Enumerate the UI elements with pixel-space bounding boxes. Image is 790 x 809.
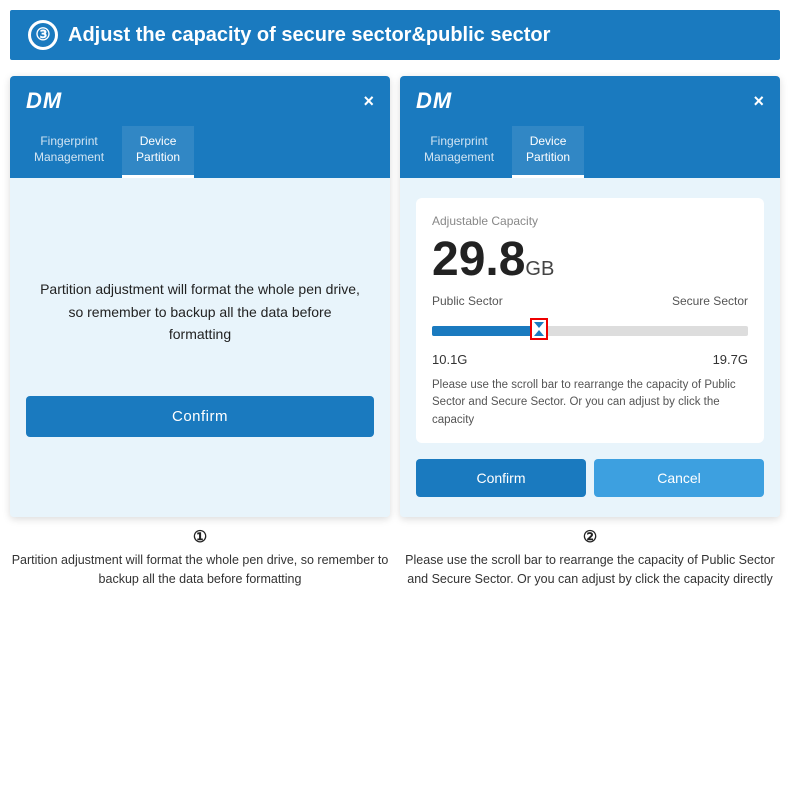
right-confirm-button[interactable]: Confirm	[416, 459, 586, 497]
slider-arrow-down-icon	[534, 322, 544, 328]
right-dialog-body: Adjustable Capacity 29.8GB Public Sector…	[400, 178, 780, 517]
capacity-unit: GB	[525, 258, 554, 280]
step-2-num: ②	[400, 527, 780, 547]
right-dialog-buttons: Confirm Cancel	[416, 459, 764, 497]
main-area: DM × FingerprintManagement DevicePartiti…	[0, 60, 790, 527]
left-tabs: FingerprintManagement DevicePartition	[10, 126, 390, 178]
step-2-col: ② Please use the scroll bar to rearrange…	[400, 527, 780, 589]
left-confirm-button[interactable]: Confirm	[26, 396, 374, 437]
steps-row: ① Partition adjustment will format the w…	[0, 527, 790, 589]
left-close-button[interactable]: ×	[363, 92, 374, 110]
left-tab-partition[interactable]: DevicePartition	[122, 126, 194, 178]
slider-arrow-up-icon	[534, 330, 544, 336]
step-circle: ③	[28, 20, 58, 50]
right-dialog: DM × FingerprintManagement DevicePartiti…	[400, 76, 780, 517]
sector-values: 10.1G 19.7G	[432, 352, 748, 367]
capacity-card: Adjustable Capacity 29.8GB Public Sector…	[416, 198, 764, 443]
slider-fill	[432, 326, 539, 336]
right-tab-fingerprint[interactable]: FingerprintManagement	[410, 126, 508, 178]
capacity-value: 29.8GB	[432, 236, 748, 284]
capacity-number: 29.8	[432, 233, 525, 286]
step-banner: ③ Adjust the capacity of secure sector&p…	[10, 10, 780, 60]
warning-text: Partition adjustment will format the who…	[26, 258, 374, 365]
step-1-num: ①	[10, 527, 390, 547]
right-tab-partition[interactable]: DevicePartition	[512, 126, 584, 178]
step-1-desc: Partition adjustment will format the who…	[10, 551, 390, 589]
left-dialog-header: DM ×	[10, 76, 390, 126]
slider-track	[432, 326, 748, 336]
right-tabs: FingerprintManagement DevicePartition	[400, 126, 780, 178]
capacity-slider-container[interactable]	[432, 312, 748, 348]
capacity-hint: Please use the scroll bar to rearrange t…	[432, 377, 748, 429]
step-2-desc: Please use the scroll bar to rearrange t…	[400, 551, 780, 589]
secure-value: 19.7G	[713, 352, 748, 367]
right-logo: DM	[416, 88, 452, 114]
banner-title: Adjust the capacity of secure sector&pub…	[68, 24, 550, 47]
sector-labels: Public Sector Secure Sector	[432, 294, 748, 308]
left-dialog: DM × FingerprintManagement DevicePartiti…	[10, 76, 390, 517]
step-1-col: ① Partition adjustment will format the w…	[10, 527, 390, 589]
public-value: 10.1G	[432, 352, 467, 367]
left-dialog-body: Partition adjustment will format the who…	[10, 178, 390, 517]
right-close-button[interactable]: ×	[753, 92, 764, 110]
public-sector-label: Public Sector	[432, 294, 503, 308]
right-dialog-header: DM ×	[400, 76, 780, 126]
right-cancel-button[interactable]: Cancel	[594, 459, 764, 497]
capacity-label: Adjustable Capacity	[432, 214, 748, 228]
slider-thumb[interactable]	[530, 318, 548, 340]
left-tab-fingerprint[interactable]: FingerprintManagement	[20, 126, 118, 178]
secure-sector-label: Secure Sector	[672, 294, 748, 308]
left-logo: DM	[26, 88, 62, 114]
